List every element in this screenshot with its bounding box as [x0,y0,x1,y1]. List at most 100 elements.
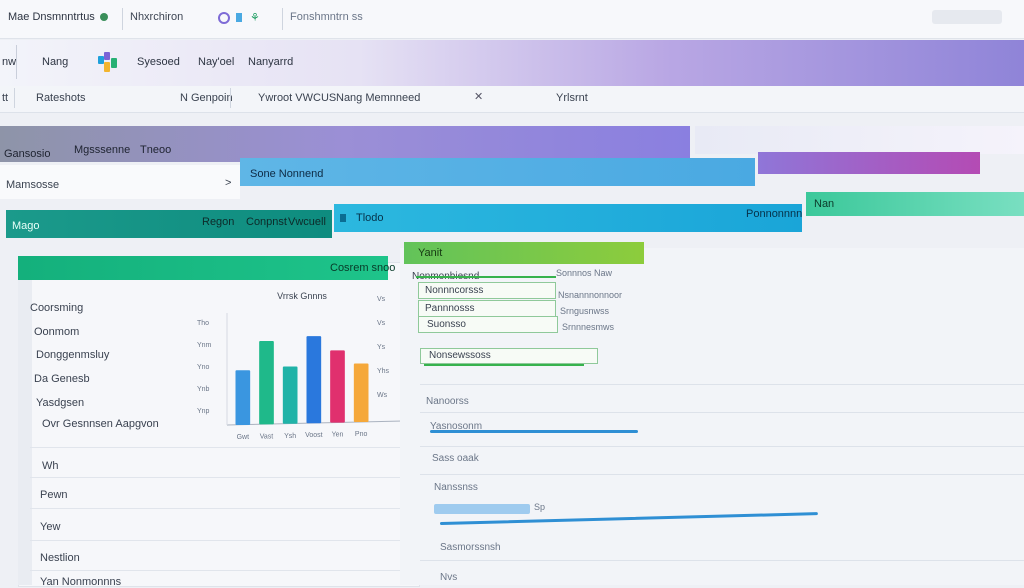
list-item-meta: Srngusnwss [560,306,610,316]
panel-row-5[interactable]: Ovr Gesnnsen Aapgvon [42,418,159,430]
list-item[interactable]: Nonnncorsss [418,282,556,299]
divider [14,88,15,108]
list-item-meta: Srnnnesmws [562,322,615,332]
subnav-item-5[interactable]: Yrlsrnt [556,92,588,104]
list-item-label[interactable]: Pannnosss [425,303,474,314]
subnav-item-3[interactable]: Ywroot VWCUS [258,92,336,104]
secondary-toolbar: Tlodo Ponnonnnn [334,204,802,232]
subnav-item-1[interactable]: Rateshots [36,92,86,104]
y-tick-label: Ynm [197,342,212,349]
nav-item-3[interactable]: Nanyarrd [248,56,293,68]
x-tick-label: Vast [260,433,274,440]
strip-label-1[interactable]: Gansosio [4,148,50,160]
chart-title: Vrrsk Gnnns [277,291,327,301]
progress-line [430,430,638,433]
panel-row-1[interactable]: Oonmom [34,326,79,338]
toolbar-right-label[interactable]: Ponnonnnn [746,208,802,220]
window-controls[interactable] [932,10,1002,24]
y-tick-label: Yno [197,364,210,371]
divider [122,8,123,30]
tab-label[interactable]: Nhxrchiron [130,11,183,23]
right-panel-header: Yanit [404,242,644,264]
bookmark-icon[interactable] [340,214,346,222]
panel-row-0[interactable]: Coorsming [30,302,83,314]
app-title: Mae Dnsmnntrtus [8,11,95,23]
row-divider [420,560,1024,561]
filter-icon[interactable]: ✕ [474,90,483,103]
right-tick-label: Yhs [377,368,390,375]
toolbar-button-4[interactable]: Tlodo [356,212,384,224]
y-tick-label: Tho [197,320,209,327]
row-divider [30,540,415,541]
x-tick-label: Voost [305,432,323,439]
status-tag: Nan [806,192,1024,216]
list-item[interactable]: Suonsso [418,316,558,333]
lower-row-3[interactable]: Nestlion [40,552,80,564]
right-tick-label: Ws [377,392,388,399]
row-divider [30,508,415,509]
subnav-item-2[interactable]: N Genpoin [180,92,233,104]
list-item-label[interactable]: Nonnncorsss [425,285,483,296]
tree-icon[interactable]: ⚘ [250,11,260,24]
bar-chart: Vrrsk Gnnns Tho Ynm Yno Ynb Ynp Vs Vs Ys Yhs Ws Gwt… [197,291,404,441]
detail-label: Sass oaak [432,453,479,464]
detail-label: Sasmorssnsh [440,542,501,553]
row-divider [420,446,1024,447]
search-input[interactable]: Fonshmntrn ss [290,11,363,23]
toolbar-button-2[interactable]: Conpnst [246,216,287,228]
y-tick-label: Ynb [197,386,210,393]
row-divider [420,384,1024,385]
nav-band: nw Nang Syesoed Nay'oel Nanyarrd [0,40,1024,86]
chevron-right-icon[interactable]: > [225,177,231,189]
x-tick-label: Pno [355,431,368,438]
lower-row-0[interactable]: Wh [42,460,59,472]
action-strip[interactable]: Sone Nonnend [240,158,755,186]
primary-toolbar: Mago Regon Conpnst Vwcuell [6,210,332,238]
bar [235,370,251,425]
action-strip-label[interactable]: Sone Nonnend [250,168,323,180]
green-underline [424,364,584,366]
right-panel-title: Yanit [418,247,443,259]
lower-row-4[interactable]: Yan Nonmonnns [40,576,121,588]
panel-row-4[interactable]: Yasdgsen [36,397,84,409]
x-tick-label: Gwt [237,434,250,441]
breadcrumb-text[interactable]: Mamsosse [6,179,59,191]
row-divider [30,570,415,571]
nav-item-0[interactable]: Nang [42,56,68,68]
list-item[interactable]: Pannnosss [418,300,556,317]
nav-item-1[interactable]: Syesoed [137,56,180,68]
section-strip: Gansosio Mgsssenne Tneoo [0,126,690,162]
right-tick-label: Ys [377,344,386,351]
list-item-label[interactable]: Suonsso [427,319,466,330]
green-underline [416,276,556,278]
progress-bar [434,504,530,514]
list-item-label[interactable]: Nonsewssoss [429,350,491,361]
list-item-meta: Nsnannnonnoor [558,290,623,300]
bar [353,363,369,422]
divider [16,45,17,79]
panel-row-2[interactable]: Donggenmsluy [36,349,109,361]
nav-item-2[interactable]: Nay'oel [198,56,234,68]
toolbar-button-3[interactable]: Vwcuell [288,216,326,228]
lower-row-2[interactable]: Yew [40,521,60,533]
detail-label: Nvs [440,572,458,583]
strip-label-2[interactable]: Mgsssenne [74,144,130,156]
lower-row-1[interactable]: Pewn [40,489,68,501]
bar [259,341,274,425]
toolbar-icon[interactable] [236,13,242,22]
subnav-item-4[interactable]: Nang Memnneed [336,92,420,104]
strip-label-3[interactable]: Tneoo [140,144,171,156]
row-divider [420,412,1024,413]
breadcrumb: Mamsosse > [0,165,240,199]
app-logo-icon [98,52,118,74]
detail-label: Nanoorss [426,396,469,407]
accent-strip [758,152,980,174]
panel-row-3[interactable]: Da Genesb [34,373,90,385]
list-item-meta: Sonnnos Naw [556,268,613,278]
list-item[interactable]: Nonsewssoss [420,348,598,364]
toolbar-button-1[interactable]: Regon [202,216,234,228]
toolbar-left-label[interactable]: Mago [12,220,40,232]
bar [306,336,322,424]
profile-icon[interactable] [218,12,230,24]
panel-header-title: Cosrem snoo [330,262,396,274]
